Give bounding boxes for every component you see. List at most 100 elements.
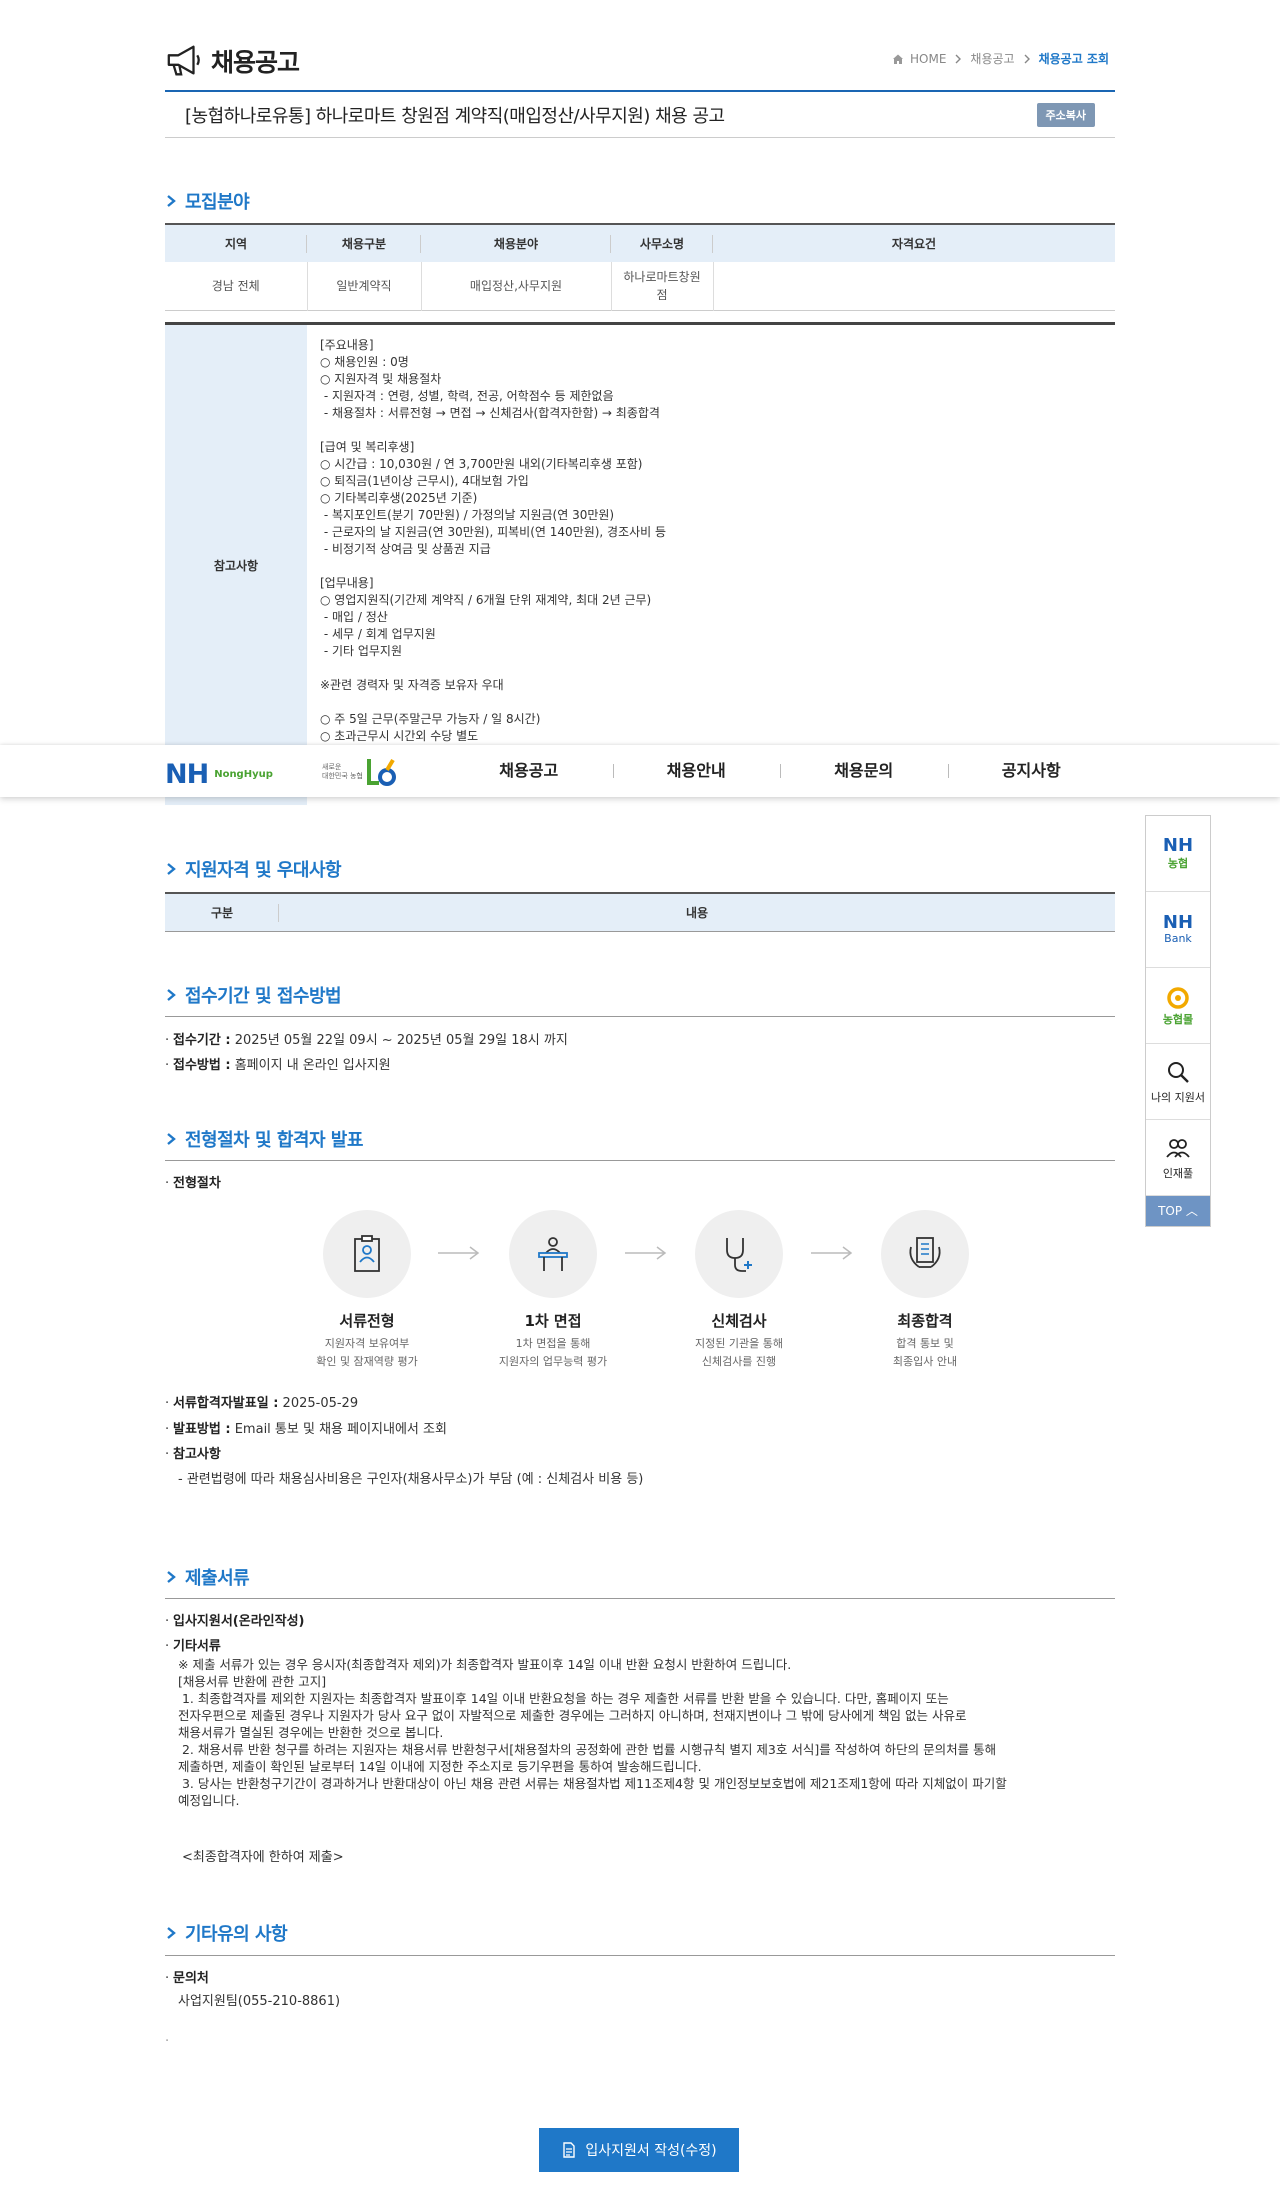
- podium-icon: [538, 1237, 568, 1271]
- nav-guide[interactable]: 채용안내: [612, 745, 781, 797]
- col-type: 채용구분: [307, 224, 421, 262]
- stethoscope-icon: [726, 1238, 752, 1272]
- announce-line: · 서류합격자발표일 : 2025-05-29: [165, 1396, 359, 1411]
- cell-requirement: [712, 262, 1115, 310]
- announce-method-label: 발표방법 :: [173, 1422, 231, 1437]
- chevron-right-icon: [167, 1927, 176, 1939]
- chevron-right-icon: [167, 863, 176, 875]
- docs-item1-line: · 입사지원서(온라인작성): [165, 1614, 305, 1629]
- section-recruit-title: 모집분야: [185, 192, 250, 213]
- quick-nonghyup-label: 농협: [1167, 856, 1189, 870]
- quick-menu: NH 농협 NH Bank 농협몰 나의 지원서 인재풀 TOP ︿: [1145, 815, 1211, 1227]
- quick-nhbank-label: Bank: [1164, 932, 1192, 945]
- reference-table: 참고사항 [주요내용] ○ 채용인원 : 0명 ○ 지원자격 및 채용절차 - …: [165, 322, 1115, 805]
- chevron-right-icon: [1024, 54, 1030, 63]
- process-note-line: · 참고사항: [165, 1447, 221, 1462]
- qualify-table: 구분 내용: [165, 892, 1115, 932]
- docs-item2-line: · 기타서류: [165, 1639, 221, 1654]
- section-docs-heading: 제출서류: [165, 1564, 250, 1590]
- chevron-right-icon: [167, 195, 176, 207]
- chevron-right-icon: [167, 989, 176, 1001]
- method-value: 홈페이지 내 온라인 입사지원: [234, 1058, 391, 1073]
- period-label: 접수기간 :: [173, 1033, 231, 1048]
- col-category: 구분: [165, 893, 279, 931]
- section-etc-title: 기타유의 사항: [185, 1924, 288, 1945]
- document-id-icon: [354, 1235, 380, 1272]
- breadcrumb-home[interactable]: HOME: [910, 52, 946, 66]
- chevron-right-icon: [167, 1133, 176, 1145]
- step-title: 최종합격: [897, 1312, 953, 1330]
- breadcrumb: HOME 채용공고 채용공고 조회: [892, 50, 1115, 67]
- col-content: 내용: [279, 893, 1115, 931]
- section-qualify-heading: 지원자격 및 우대사항: [165, 856, 342, 882]
- page-header: 채용공고 HOME 채용공고 채용공고 조회: [165, 38, 1115, 86]
- quick-nhmall[interactable]: 농협몰: [1146, 968, 1210, 1044]
- megaphone-icon: [167, 45, 200, 76]
- nav-inquiry[interactable]: 채용문의: [780, 745, 948, 797]
- nav-recruit[interactable]: 채용공고: [445, 745, 613, 797]
- step-medical: 신체검사 지정된 기관을 통해 신체검사를 진행: [654, 1210, 824, 1371]
- section-period-heading: 접수기간 및 접수방법: [165, 982, 342, 1008]
- quick-nhmall-label: 농협몰: [1162, 1012, 1194, 1026]
- quick-my-application-label: 나의 지원서: [1150, 1090, 1206, 1104]
- section-process-title: 전형절차 및 합격자 발표: [185, 1130, 363, 1151]
- posting-title-bar: [농협하나로유통] 하나로마트 창원점 계약직(매입정산/사무지원) 채용 공고…: [165, 90, 1115, 138]
- main-menu: 채용공고 채용안내 채용문의 공지사항: [445, 745, 1115, 797]
- step-title: 서류전형: [339, 1312, 395, 1330]
- contact-line: · 문의처: [165, 1971, 209, 1986]
- nh-logo[interactable]: NH NongHyup: [165, 759, 273, 790]
- col-field: 채용분야: [421, 224, 611, 262]
- step-circle: [509, 1210, 597, 1298]
- docs-item2: 기타서류: [173, 1639, 221, 1654]
- step-title: 1차 면접: [524, 1312, 582, 1330]
- breadcrumb-recruit[interactable]: 채용공고: [970, 50, 1014, 67]
- step-final: 최종합격 합격 통보 및 최종입사 안내: [840, 1210, 1010, 1371]
- announce-value: 2025-05-29: [282, 1396, 359, 1411]
- quick-talent-pool-label: 인재풀: [1162, 1166, 1194, 1180]
- contact-value: 사업지원팀(055-210-8861): [178, 1994, 341, 2009]
- col-requirement: 자격요건: [713, 224, 1115, 262]
- process-label-line: · 전형절차: [165, 1176, 221, 1191]
- nav-notice[interactable]: 공지사항: [947, 745, 1116, 797]
- quick-talent-pool[interactable]: 인재풀: [1146, 1120, 1210, 1196]
- step-circle: [881, 1210, 969, 1298]
- process-note-value: - 관련법령에 따라 채용심사비용은 구인자(채용사무소)가 부담 (예 : 신…: [178, 1472, 644, 1487]
- reference-body: [주요내용] ○ 채용인원 : 0명 ○ 지원자격 및 채용절차 - 지원자격 …: [320, 338, 667, 743]
- quick-my-application[interactable]: 나의 지원서: [1146, 1044, 1210, 1120]
- divider: [165, 1955, 1115, 1956]
- quick-nonghyup[interactable]: NH 농협: [1146, 816, 1210, 892]
- process-label: 전형절차: [173, 1176, 221, 1191]
- docs-note: <최종합격자에 한하여 제출>: [182, 1850, 344, 1865]
- scroll-top-button[interactable]: TOP ︿: [1146, 1196, 1210, 1226]
- page-title: 채용공고: [211, 48, 300, 77]
- breadcrumb-current: 채용공고 조회: [1038, 52, 1109, 66]
- cell-type: 일반계약직: [306, 262, 421, 310]
- people-icon: [1166, 1138, 1190, 1158]
- divider: [165, 1160, 1115, 1161]
- cell-region: 경남 전체: [211, 279, 260, 294]
- step-desc: 1차 면접을 통해 지원자의 업무능력 평가: [498, 1337, 608, 1368]
- method-label: 접수방법 :: [173, 1058, 231, 1073]
- slogan-logo: 새로운 대한민국 농협: [322, 755, 398, 789]
- section-docs-title: 제출서류: [185, 1568, 250, 1589]
- quick-nhbank[interactable]: NH Bank: [1146, 892, 1210, 968]
- home-icon[interactable]: [892, 53, 904, 65]
- search-icon: [1168, 1061, 1189, 1083]
- apply-button[interactable]: 입사지원서 작성(수정): [539, 2128, 739, 2172]
- step-desc: 지정된 기관을 통해 신체검사를 진행: [695, 1337, 783, 1368]
- nh-symbol-icon: [367, 758, 396, 786]
- col-region: 지역: [165, 224, 307, 262]
- period-value: 2025년 05월 22일 09시 ~ 2025년 05월 29일 18시 까지: [234, 1033, 568, 1048]
- announce-method-line: · 발표방법 : Email 통보 및 채용 페이지내에서 조회: [165, 1422, 447, 1437]
- bullet-dot: ·: [165, 2034, 170, 2049]
- process-note-label: 참고사항: [173, 1447, 221, 1462]
- section-etc-heading: 기타유의 사항: [165, 1920, 288, 1946]
- divider: [165, 1598, 1115, 1599]
- method-line: · 접수방법 : 홈페이지 내 온라인 입사지원: [165, 1058, 391, 1073]
- docs-item1: 입사지원서(온라인작성): [173, 1614, 305, 1629]
- reference-label: 참고사항: [165, 325, 307, 805]
- page-title-block: 채용공고: [165, 42, 300, 80]
- cell-field: 매입정산,사무지원: [420, 262, 611, 310]
- copy-address-button[interactable]: 주소복사: [1036, 103, 1095, 127]
- col-office: 사무소명: [611, 224, 713, 262]
